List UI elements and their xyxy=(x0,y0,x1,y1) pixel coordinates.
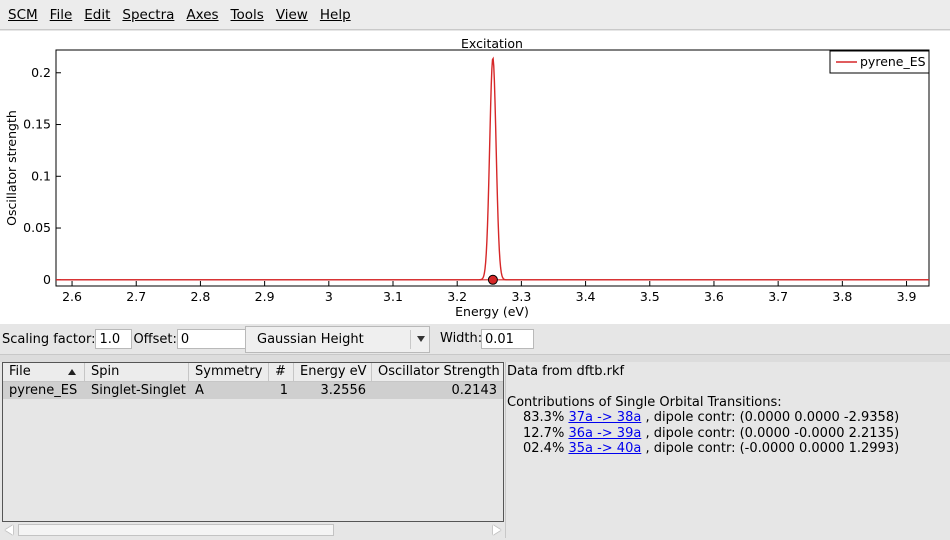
menu-view[interactable]: View xyxy=(270,7,314,23)
x-tick-label: 3.6 xyxy=(704,289,724,304)
table-horizontal-scrollbar[interactable] xyxy=(2,522,504,538)
x-tick-label: 3.1 xyxy=(383,289,403,304)
orbital-transition-link[interactable]: 35a -> 40a xyxy=(568,441,641,456)
menu-scm[interactable]: SCM xyxy=(2,7,44,23)
column-header-symmetry[interactable]: Symmetry xyxy=(189,363,269,381)
x-tick-label: 2.6 xyxy=(62,289,82,304)
x-tick-label: 3.2 xyxy=(447,289,467,304)
cell-file: pyrene_ES xyxy=(9,383,78,398)
plot-frame xyxy=(55,49,930,287)
x-tick-label: 2.7 xyxy=(126,289,146,304)
table-header: File Spin Symmetry # Energy eV Oscillato… xyxy=(3,363,503,382)
offset-label: Offset: xyxy=(133,331,177,347)
cell-strength: 0.2143 xyxy=(451,383,498,398)
y-tick-label: 0.2 xyxy=(31,65,51,80)
scrollbar-thumb[interactable] xyxy=(18,524,334,536)
spectrum-plot-area[interactable]: Excitation Energy (eV) Oscillator streng… xyxy=(0,31,950,324)
menu-axes[interactable]: Axes xyxy=(180,7,224,23)
column-header-file[interactable]: File xyxy=(3,363,85,381)
contributions-heading: Contributions of Single Orbital Transiti… xyxy=(507,394,782,410)
spectrum-chart[interactable]: Excitation Energy (eV) Oscillator streng… xyxy=(0,31,950,324)
cell-symmetry: A xyxy=(195,383,204,398)
sort-ascending-icon xyxy=(68,369,76,375)
x-axis-label: Energy (eV) xyxy=(455,304,529,319)
transition-marker[interactable] xyxy=(487,274,498,285)
table-row[interactable]: pyrene_ES Singlet-Singlet A 1 3.2556 0.2… xyxy=(3,382,503,399)
x-tick-label: 3.8 xyxy=(832,289,852,304)
menu-bar: SCM File Edit Spectra Axes Tools View He… xyxy=(0,0,950,30)
dipole-contribution: , dipole contr: (0.0000 0.0000 -2.9358) xyxy=(645,410,900,425)
column-header-energy[interactable]: Energy eV xyxy=(294,363,372,381)
broadening-select[interactable]: Gaussian Height xyxy=(245,326,430,353)
chart-title: Excitation xyxy=(461,36,523,51)
menu-tools[interactable]: Tools xyxy=(225,7,270,23)
scroll-right-icon[interactable] xyxy=(493,525,501,535)
column-header-number[interactable]: # xyxy=(269,363,294,381)
menu-spectra[interactable]: Spectra xyxy=(116,7,180,23)
orbital-transition-link[interactable]: 36a -> 39a xyxy=(568,426,641,441)
data-source-text: Data from dftb.rkf xyxy=(507,364,625,379)
contribution-percent: 83.3% xyxy=(523,410,565,425)
y-axis-label: Oscillator strength xyxy=(4,110,19,226)
column-header-strength[interactable]: Oscillator Strength xyxy=(372,363,503,381)
broadening-value: Gaussian Height xyxy=(257,332,364,347)
menu-help[interactable]: Help xyxy=(314,7,357,23)
legend-label: pyrene_ES xyxy=(860,54,926,69)
cell-spin: Singlet-Singlet xyxy=(91,383,186,398)
y-tick-label: 0.1 xyxy=(31,168,51,183)
contribution-percent: 12.7% xyxy=(523,425,565,441)
x-tick-label: 3.3 xyxy=(511,289,531,304)
x-tick-label: 3.9 xyxy=(897,289,917,304)
x-tick-label: 3 xyxy=(325,289,333,304)
contribution-line: 12.7% 36a -> 39a , dipole contr: (0.0000… xyxy=(507,426,948,442)
y-tick-label: 0.15 xyxy=(23,117,51,132)
chevron-down-icon xyxy=(417,336,425,342)
menu-edit[interactable]: Edit xyxy=(78,7,116,23)
excitation-table: File Spin Symmetry # Energy eV Oscillato… xyxy=(2,362,504,522)
y-axis-ticks: 0 0.05 0.1 0.15 0.2 xyxy=(23,65,61,287)
panel-splitter[interactable] xyxy=(0,354,950,362)
contribution-percent: 02.4% xyxy=(523,441,565,456)
cell-number: 1 xyxy=(279,383,288,398)
legend: pyrene_ES xyxy=(829,50,930,74)
x-tick-label: 3.4 xyxy=(576,289,596,304)
width-input[interactable] xyxy=(481,329,534,349)
x-tick-label: 2.9 xyxy=(255,289,275,304)
scaling-input[interactable] xyxy=(95,329,133,349)
column-header-spin[interactable]: Spin xyxy=(85,363,189,381)
width-label: Width: xyxy=(440,331,483,346)
scaling-label: Scaling factor: xyxy=(2,331,96,347)
scroll-left-icon[interactable] xyxy=(5,525,13,535)
menu-file[interactable]: File xyxy=(44,7,79,23)
contribution-line: 83.3% 37a -> 38a , dipole contr: (0.0000… xyxy=(507,410,948,426)
orbital-transition-link[interactable]: 37a -> 38a xyxy=(568,410,641,425)
offset-input[interactable] xyxy=(176,329,246,349)
dipole-contribution: , dipole contr: (0.0000 -0.0000 2.2135) xyxy=(645,425,900,441)
contribution-line: 02.4% 35a -> 40a , dipole contr: (-0.000… xyxy=(507,441,948,457)
x-tick-label: 3.7 xyxy=(768,289,788,304)
y-tick-label: 0.05 xyxy=(23,220,51,235)
dipole-contribution: , dipole contr: (-0.0000 0.0000 1.2993) xyxy=(645,441,900,456)
combo-separator xyxy=(410,330,411,349)
x-tick-label: 2.8 xyxy=(190,289,210,304)
transition-info-panel: Data from dftb.rkf Contributions of Sing… xyxy=(505,362,948,538)
y-tick-label: 0 xyxy=(43,272,51,287)
cell-energy: 3.2556 xyxy=(320,383,367,398)
x-tick-label: 3.5 xyxy=(640,289,660,304)
